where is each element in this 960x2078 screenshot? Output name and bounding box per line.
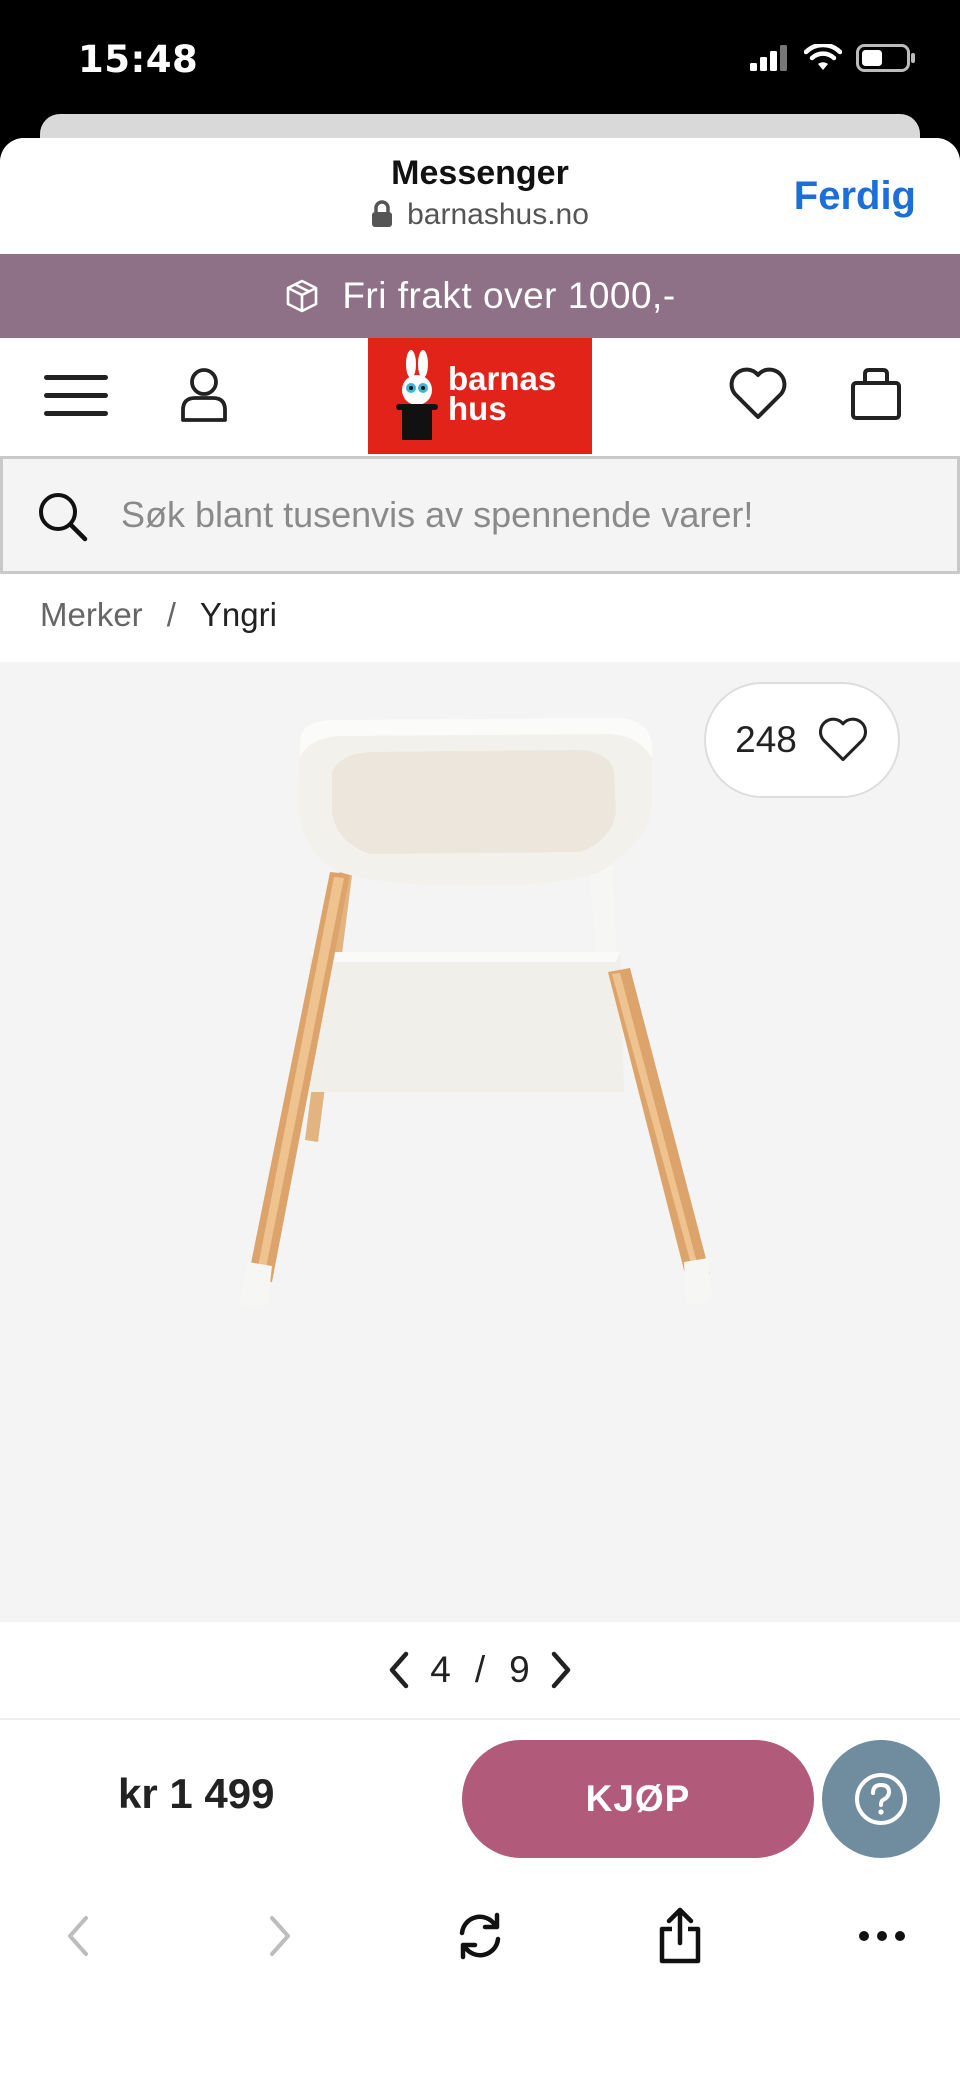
more-icon: [859, 1931, 905, 1941]
heart-icon: [729, 367, 787, 419]
search-button[interactable]: [37, 491, 89, 547]
breadcrumb-separator: /: [166, 596, 176, 633]
promo-bar[interactable]: Fri frakt over 1000,-: [0, 254, 960, 338]
status-bar: 15:48: [0, 0, 960, 120]
status-time: 15:48: [78, 38, 199, 81]
forward-button[interactable]: [240, 1896, 320, 1976]
wishlist-button[interactable]: [722, 362, 794, 426]
status-icons: [750, 44, 916, 72]
divider: [0, 1718, 960, 1720]
search-bar[interactable]: [0, 456, 960, 574]
forward-icon: [270, 1916, 290, 1956]
done-button[interactable]: Ferdig: [794, 174, 916, 219]
chevron-left-icon[interactable]: [386, 1650, 412, 1690]
breadcrumb-link-brands[interactable]: Merker: [40, 596, 143, 634]
site-logo[interactable]: barnas hus: [368, 338, 592, 454]
menu-icon: [44, 375, 108, 416]
wifi-icon: [804, 44, 842, 70]
browser-sheet: Messenger barnashus.no Ferdig Fri frakt …: [0, 138, 960, 2078]
product-gallery[interactable]: 248: [0, 662, 960, 1622]
gallery-pager: 4 / 9: [0, 1622, 960, 1718]
product-image: [240, 718, 712, 1308]
lock-icon: [372, 200, 393, 227]
promo-text: Fri frakt over 1000,-: [342, 275, 676, 316]
product-price: kr 1 499: [118, 1770, 275, 1817]
account-button[interactable]: [172, 362, 236, 426]
back-icon: [68, 1916, 88, 1956]
share-icon: [659, 1907, 701, 1964]
package-icon: [287, 279, 318, 313]
menu-button[interactable]: [36, 366, 116, 426]
cart-button[interactable]: [840, 362, 912, 426]
search-input[interactable]: [121, 487, 941, 543]
bag-icon: [851, 368, 901, 420]
search-icon: [39, 493, 88, 542]
user-icon: [181, 368, 227, 422]
pager-total: 9: [509, 1649, 530, 1690]
reload-button[interactable]: [440, 1896, 520, 1976]
browser-header: Messenger barnashus.no Ferdig: [0, 138, 960, 254]
logo-text: barnas hus: [448, 360, 557, 427]
pager-separator: /: [474, 1649, 486, 1690]
buy-button[interactable]: KJØP: [462, 1740, 814, 1858]
signal-icon: [750, 45, 787, 71]
breadcrumb: Merker / Yngri: [40, 596, 277, 634]
share-button[interactable]: [640, 1896, 720, 1976]
question-icon: [855, 1773, 907, 1825]
breadcrumb-current: Yngri: [199, 596, 277, 633]
chevron-right-icon[interactable]: [548, 1650, 574, 1690]
more-button[interactable]: [842, 1896, 922, 1976]
back-button[interactable]: [38, 1896, 118, 1976]
help-button[interactable]: [822, 1740, 940, 1858]
site-header: barnas hus: [0, 338, 960, 454]
reload-icon: [459, 1912, 501, 1960]
battery-icon: [856, 44, 915, 72]
pager-current: 4: [430, 1649, 451, 1690]
browser-url-text: barnashus.no: [407, 198, 589, 231]
bunny-hat-logo-icon: [396, 350, 438, 440]
browser-toolbar: [0, 1874, 960, 2004]
